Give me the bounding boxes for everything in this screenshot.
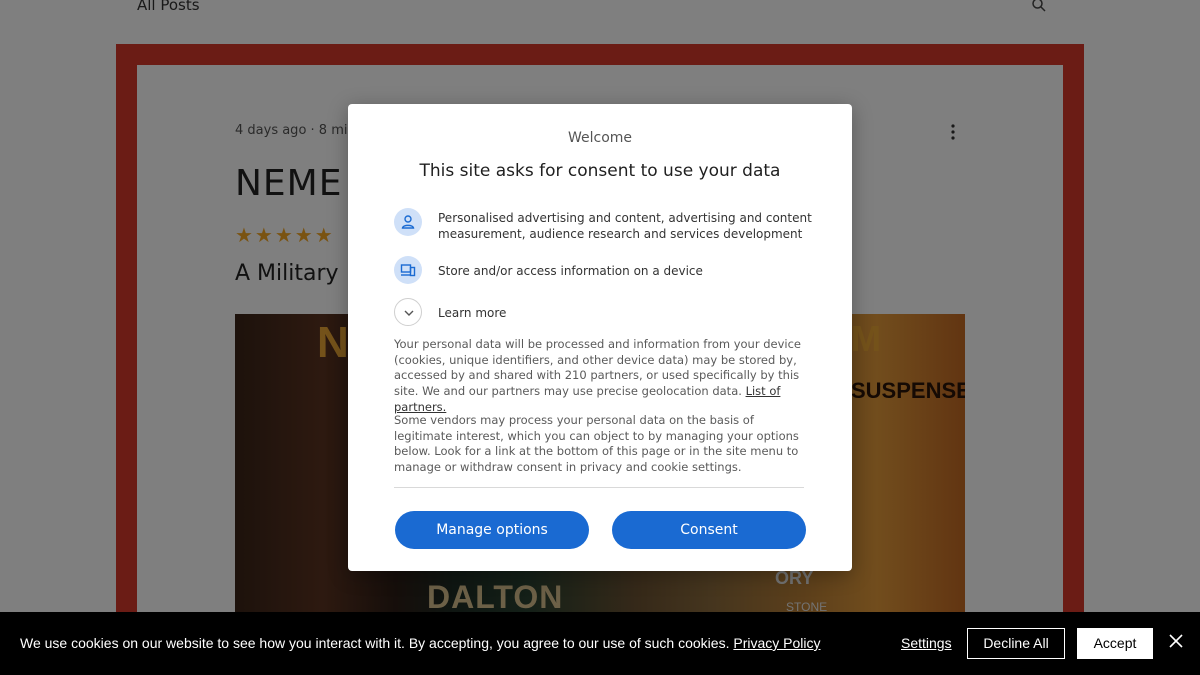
close-icon[interactable] xyxy=(1169,634,1183,648)
learn-more-toggle[interactable]: Learn more xyxy=(394,298,814,326)
purpose-item-storage: Store and/or access information on a dev… xyxy=(394,256,814,284)
personal-data-paragraph: Your personal data will be processed and… xyxy=(394,337,806,416)
purpose-item-personalised: Personalised advertising and content, ad… xyxy=(394,208,814,244)
consent-dialog: Welcome This site asks for consent to us… xyxy=(348,104,852,571)
personal-data-text: Your personal data will be processed and… xyxy=(394,337,802,399)
purpose-label: Store and/or access information on a dev… xyxy=(438,264,703,278)
cookie-banner: We use cookies on our website to see how… xyxy=(0,612,1200,675)
privacy-policy-link[interactable]: Privacy Policy xyxy=(733,635,820,651)
accept-button[interactable]: Accept xyxy=(1077,628,1153,659)
dialog-welcome: Welcome xyxy=(567,130,633,146)
dialog-heading: This site asks for consent to use your d… xyxy=(419,161,781,181)
decline-all-button[interactable]: Decline All xyxy=(967,628,1065,659)
dialog-divider xyxy=(394,487,804,488)
chevron-down-icon[interactable] xyxy=(394,298,422,326)
cookie-message: We use cookies on our website to see how… xyxy=(20,635,730,651)
learn-more-label[interactable]: Learn more xyxy=(438,305,818,321)
cookie-banner-text: We use cookies on our website to see how… xyxy=(20,635,821,651)
consent-button[interactable]: Consent xyxy=(612,511,806,549)
devices-icon xyxy=(394,256,422,284)
manage-options-button[interactable]: Manage options xyxy=(395,511,589,549)
purpose-label: Personalised advertising and content, ad… xyxy=(438,211,812,241)
cookie-settings-link[interactable]: Settings xyxy=(901,635,952,651)
person-icon xyxy=(394,208,422,236)
legitimate-interest-paragraph: Some vendors may process your personal d… xyxy=(394,413,799,475)
